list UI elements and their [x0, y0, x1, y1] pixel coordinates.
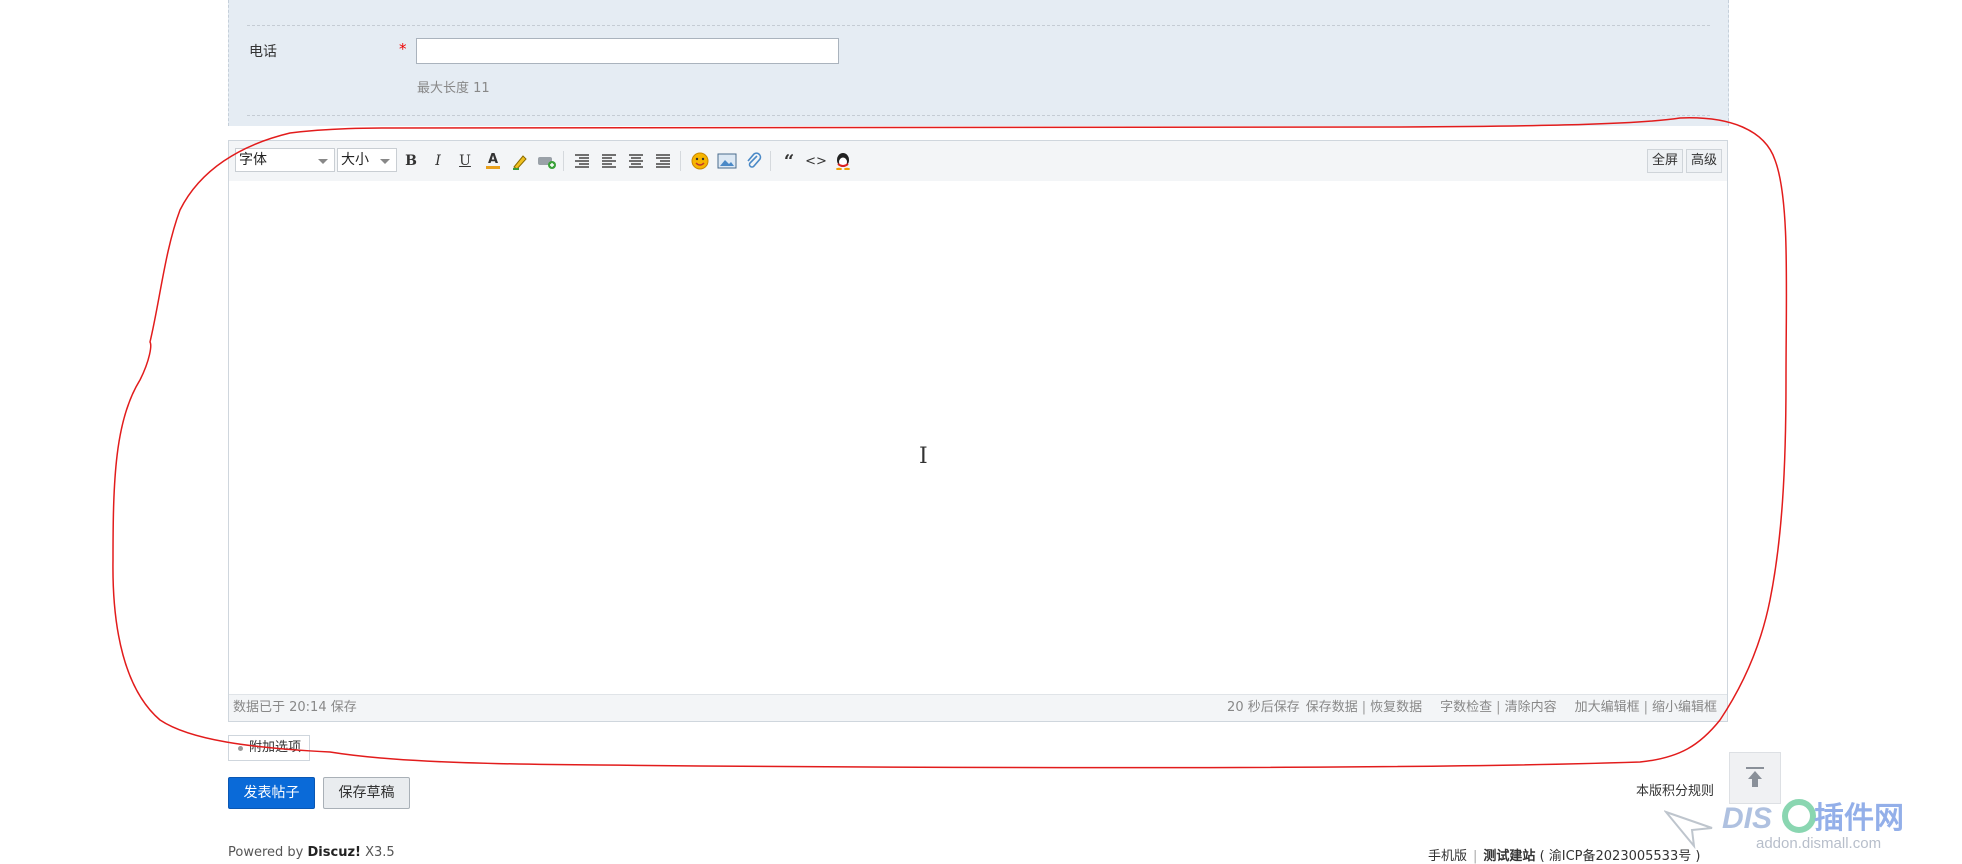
- bold-button[interactable]: B: [400, 150, 422, 172]
- save-data-link[interactable]: 保存数据: [1306, 695, 1358, 721]
- color-bar-icon: [486, 166, 500, 169]
- editor-statusbar: 数据已于 20:14 保存 20 秒后保存 保存数据 | 恢复数据 字数检查 |…: [229, 694, 1727, 721]
- image-button[interactable]: [716, 150, 738, 172]
- watermark-graphic: DIS 插件网 addon.dismall.com: [1662, 799, 1904, 852]
- watermark-brand: 插件网: [1814, 802, 1904, 835]
- autosave-status: 数据已于 20:14 保存: [233, 700, 357, 715]
- align-justify-icon: [656, 154, 670, 168]
- align-center-button[interactable]: [625, 150, 647, 172]
- align-center-icon: [629, 154, 643, 168]
- remove-format-icon: [538, 157, 556, 169]
- align-justify-button[interactable]: [652, 150, 674, 172]
- align-left-button[interactable]: [598, 150, 620, 172]
- size-select[interactable]: 大小: [337, 148, 397, 172]
- chevron-down-icon: [380, 159, 390, 164]
- font-color-label: A: [487, 152, 499, 167]
- toolbar-separator: [770, 151, 771, 171]
- product-version: X3.5: [365, 845, 395, 860]
- editor-content-area[interactable]: I: [229, 181, 1727, 695]
- restore-data-link[interactable]: 恢复数据: [1370, 695, 1422, 721]
- underline-button[interactable]: U: [454, 150, 476, 172]
- divider: [247, 115, 1710, 116]
- font-select[interactable]: 字体: [235, 148, 335, 172]
- fullscreen-button[interactable]: 全屏: [1646, 149, 1683, 173]
- bullet-icon: [238, 746, 243, 751]
- extra-options-toggle[interactable]: 附加选项: [228, 735, 311, 761]
- phone-maxlength-hint: 最大长度 11: [417, 81, 490, 96]
- svg-text:DIS: DIS: [1722, 802, 1772, 835]
- divider: [247, 25, 1710, 26]
- size-select-label: 大小: [341, 152, 369, 168]
- watermark-logo: DIS 插件网 addon.dismall.com: [1662, 792, 1954, 852]
- font-color-button[interactable]: A: [482, 150, 504, 172]
- toolbar-separator: [680, 151, 681, 171]
- emoji-button[interactable]: [689, 150, 711, 172]
- footer-links: 手机版 | 测试建站 ( 渝ICP备2023005533号 ): [1428, 849, 1701, 864]
- site-name-link[interactable]: 测试建站: [1483, 849, 1535, 864]
- qq-button[interactable]: [832, 150, 854, 172]
- image-icon: [717, 153, 737, 169]
- phone-label: 电话: [249, 44, 277, 60]
- shrink-editor-link[interactable]: 缩小编辑框: [1652, 695, 1717, 721]
- form-panel: 电话 * 最大长度 11: [228, 0, 1729, 126]
- italic-button[interactable]: I: [427, 150, 449, 172]
- font-select-label: 字体: [239, 152, 267, 168]
- toolbar-separator: [563, 151, 564, 171]
- powered-by: Powered by Discuz! X3.5: [228, 845, 395, 860]
- clear-content-link[interactable]: 清除内容: [1505, 695, 1557, 721]
- chevron-down-icon: [318, 159, 328, 164]
- smiley-icon: [691, 152, 709, 170]
- mobile-version-link[interactable]: 手机版: [1428, 849, 1467, 864]
- save-draft-button[interactable]: 保存草稿: [323, 777, 410, 809]
- powered-prefix: Powered by: [228, 845, 304, 860]
- watermark-url: addon.dismall.com: [1756, 835, 1881, 852]
- autosave-countdown: 20 秒后保存: [1227, 700, 1300, 715]
- editor-toolbar: 字体 大小 B I U A “ <> 全屏 高级: [229, 141, 1727, 182]
- align-right-icon: [575, 154, 589, 168]
- required-mark: *: [399, 40, 407, 58]
- text-cursor-icon: I: [919, 444, 928, 469]
- align-left-icon: [602, 154, 616, 168]
- paperclip-icon: [747, 152, 762, 168]
- publish-button[interactable]: 发表帖子: [228, 777, 315, 809]
- attachment-button[interactable]: [743, 150, 765, 172]
- enlarge-editor-link[interactable]: 加大编辑框: [1575, 695, 1640, 721]
- quote-button[interactable]: “: [778, 150, 800, 172]
- phone-input[interactable]: [416, 38, 839, 64]
- remove-format-button[interactable]: [536, 150, 558, 172]
- extra-options-label: 附加选项: [249, 740, 302, 755]
- word-count-link[interactable]: 字数检查: [1440, 695, 1492, 721]
- highlight-button[interactable]: [509, 150, 531, 172]
- rich-text-editor: 字体 大小 B I U A “ <> 全屏 高级 I 数据已于 20:14 保存…: [228, 140, 1728, 722]
- product-name[interactable]: Discuz!: [308, 845, 361, 860]
- align-right-button[interactable]: [571, 150, 593, 172]
- qq-penguin-icon: [836, 153, 850, 170]
- code-button[interactable]: <>: [805, 150, 827, 172]
- highlighter-icon: [513, 155, 527, 170]
- advanced-button[interactable]: 高级: [1685, 149, 1722, 173]
